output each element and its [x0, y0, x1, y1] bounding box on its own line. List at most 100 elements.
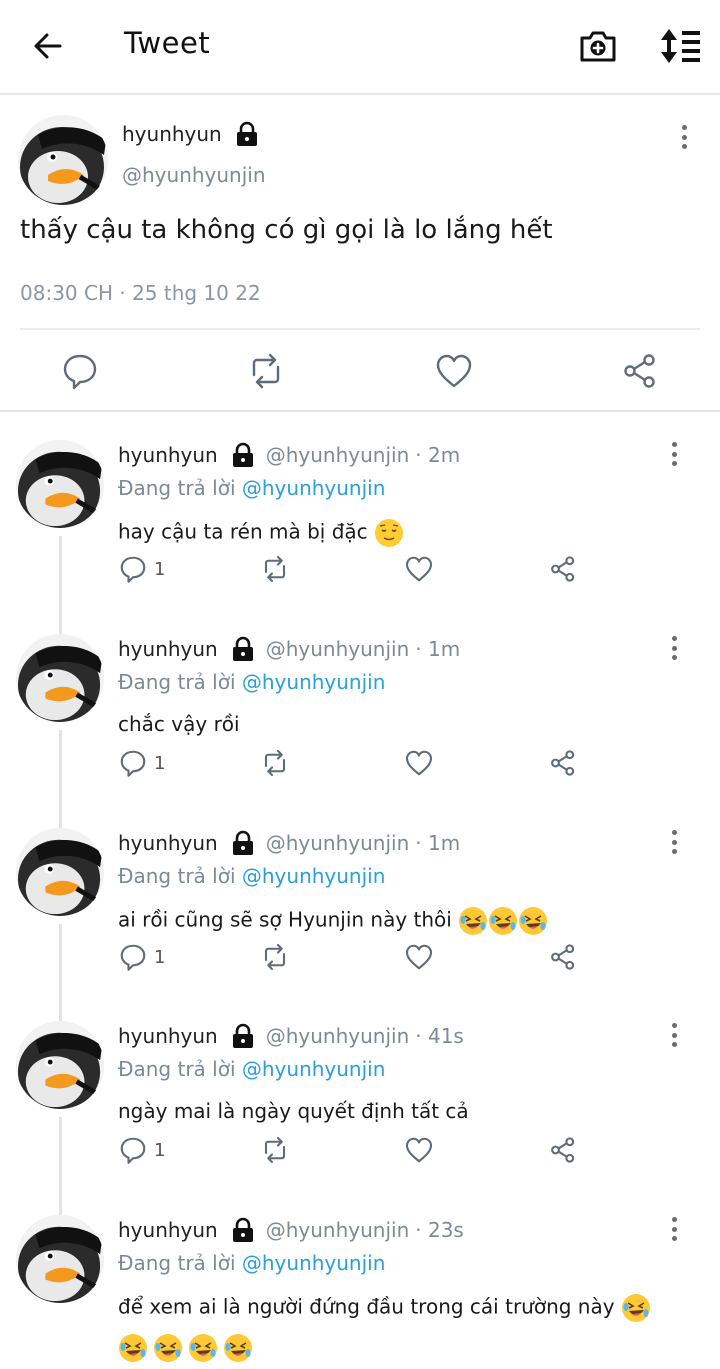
author-name: hyunhyun	[118, 1024, 218, 1048]
retweet-button[interactable]	[246, 351, 286, 391]
avatar[interactable]	[16, 634, 104, 722]
author-handle[interactable]: @hyunhyunjin	[266, 1218, 410, 1242]
more-options-button[interactable]	[664, 1213, 684, 1245]
replying-label: Đang trả lời	[118, 670, 236, 694]
penguin-avatar-icon	[18, 115, 108, 205]
author-handle[interactable]: @hyunhyunjin	[266, 637, 410, 661]
author-handle[interactable]: @hyunhyunjin	[266, 443, 410, 467]
retweet-icon	[264, 555, 286, 583]
like-button[interactable]	[404, 942, 434, 972]
more-options-button[interactable]	[664, 438, 684, 470]
more-options-button[interactable]	[664, 826, 684, 858]
replying-to-line: Đang trả lời @hyunhyunjin	[118, 670, 385, 694]
author-handle[interactable]: @hyunhyunjin	[266, 831, 410, 855]
rolling-laughing-emoji-icon	[621, 1294, 650, 1322]
share-button[interactable]	[548, 554, 578, 584]
replying-label: Đang trả lời	[118, 864, 236, 888]
replying-label: Đang trả lời	[118, 476, 236, 500]
like-button[interactable]	[434, 351, 474, 391]
rolling-laughing-emoji-icon	[489, 907, 518, 935]
reply-tweet[interactable]: hyunhyun @hyunhyunjin · 1m Đang trả lời …	[0, 634, 720, 828]
lock-icon	[236, 121, 257, 146]
like-button[interactable]	[404, 554, 434, 584]
reply-count: 1	[154, 1139, 166, 1161]
reply-header: hyunhyun @hyunhyunjin · 41s	[118, 1023, 464, 1049]
replying-to-line: Đang trả lời @hyunhyunjin	[118, 864, 385, 888]
reply-button[interactable]: 1	[118, 1135, 165, 1165]
reply-button[interactable]	[60, 351, 100, 391]
lock-icon	[232, 1217, 253, 1242]
back-button[interactable]	[28, 26, 68, 66]
replying-to-handle[interactable]: @hyunhyunjin	[242, 670, 386, 694]
reply-age: · 23s	[415, 1218, 464, 1242]
author-handle[interactable]: @hyunhyunjin	[122, 163, 266, 187]
like-button[interactable]	[404, 748, 434, 778]
share-button[interactable]	[548, 1135, 578, 1165]
comment-icon	[120, 556, 146, 583]
share-icon	[551, 556, 575, 582]
reply-text-content: hay cậu ta rén mà bị đặc	[118, 519, 368, 544]
retweet-button[interactable]	[260, 942, 290, 972]
heart-icon	[405, 750, 433, 776]
reply-text-content: ngày mai là ngày quyết định tất cả	[118, 1099, 469, 1123]
heart-icon	[436, 354, 472, 388]
reply-header: hyunhyun @hyunhyunjin · 1m	[118, 830, 460, 856]
reply-tweet[interactable]: hyunhyun @hyunhyunjin · 23s Đang trả lời…	[0, 1215, 720, 1369]
penguin-avatar-icon	[16, 828, 104, 916]
arrow-left-icon	[34, 33, 62, 59]
reply-text: chắc vậy rồi	[118, 712, 240, 736]
replying-label: Đang trả lời	[118, 1251, 236, 1275]
camera-button[interactable]	[578, 26, 618, 66]
share-icon	[551, 750, 575, 776]
reply-text-content: để xem ai là người đứng đầu trong cái tr…	[118, 1294, 615, 1319]
share-button[interactable]	[620, 351, 660, 391]
penguin-avatar-icon	[16, 1215, 104, 1303]
more-options-button[interactable]	[674, 121, 694, 153]
reply-age: · 1m	[415, 831, 461, 855]
avatar[interactable]	[16, 828, 104, 916]
like-button[interactable]	[404, 1135, 434, 1165]
retweet-icon	[264, 943, 286, 971]
reply-button[interactable]: 1	[118, 942, 165, 972]
relieved-face-emoji-icon	[375, 519, 403, 547]
replying-to-line: Đang trả lời @hyunhyunjin	[118, 1057, 385, 1081]
more-options-button[interactable]	[664, 632, 684, 664]
thread-line	[59, 536, 62, 634]
replying-to-line: Đang trả lời @hyunhyunjin	[118, 476, 385, 500]
penguin-avatar-icon	[16, 1021, 104, 1109]
author-name: hyunhyun	[118, 637, 218, 661]
reply-header: hyunhyun @hyunhyunjin · 23s	[118, 1217, 464, 1243]
reply-tweet[interactable]: hyunhyun @hyunhyunjin · 1m Đang trả lời …	[0, 828, 720, 1022]
avatar[interactable]	[16, 1021, 104, 1109]
replying-to-handle[interactable]: @hyunhyunjin	[242, 476, 386, 500]
more-options-button[interactable]	[664, 1019, 684, 1051]
heart-icon	[405, 556, 433, 582]
sort-button[interactable]	[656, 26, 702, 66]
reply-tweet[interactable]: hyunhyun @hyunhyunjin · 41s Đang trả lời…	[0, 1021, 720, 1215]
comment-icon	[63, 354, 97, 390]
share-button[interactable]	[548, 942, 578, 972]
comment-icon	[120, 944, 146, 971]
avatar[interactable]	[16, 1215, 104, 1303]
retweet-button[interactable]	[260, 1135, 290, 1165]
avatar[interactable]	[18, 115, 108, 205]
reply-tweet[interactable]: hyunhyun @hyunhyunjin · 2m Đang trả lời …	[0, 440, 720, 634]
rolling-laughing-emoji-icon	[154, 1334, 182, 1362]
avatar[interactable]	[16, 440, 104, 528]
thread-line	[59, 730, 62, 828]
reply-header: hyunhyun @hyunhyunjin · 1m	[118, 636, 460, 662]
comment-icon	[120, 750, 146, 777]
share-icon	[624, 354, 655, 388]
share-button[interactable]	[548, 748, 578, 778]
retweet-button[interactable]	[260, 554, 290, 584]
replying-to-handle[interactable]: @hyunhyunjin	[242, 1057, 386, 1081]
retweet-button[interactable]	[260, 748, 290, 778]
reply-button[interactable]: 1	[118, 554, 165, 584]
replying-to-handle[interactable]: @hyunhyunjin	[242, 1251, 386, 1275]
camera-plus-icon	[580, 31, 616, 62]
share-icon	[551, 1137, 575, 1163]
rolling-laughing-emoji-icon	[459, 907, 488, 935]
reply-button[interactable]: 1	[118, 748, 165, 778]
replying-to-handle[interactable]: @hyunhyunjin	[242, 864, 386, 888]
author-handle[interactable]: @hyunhyunjin	[266, 1024, 410, 1048]
